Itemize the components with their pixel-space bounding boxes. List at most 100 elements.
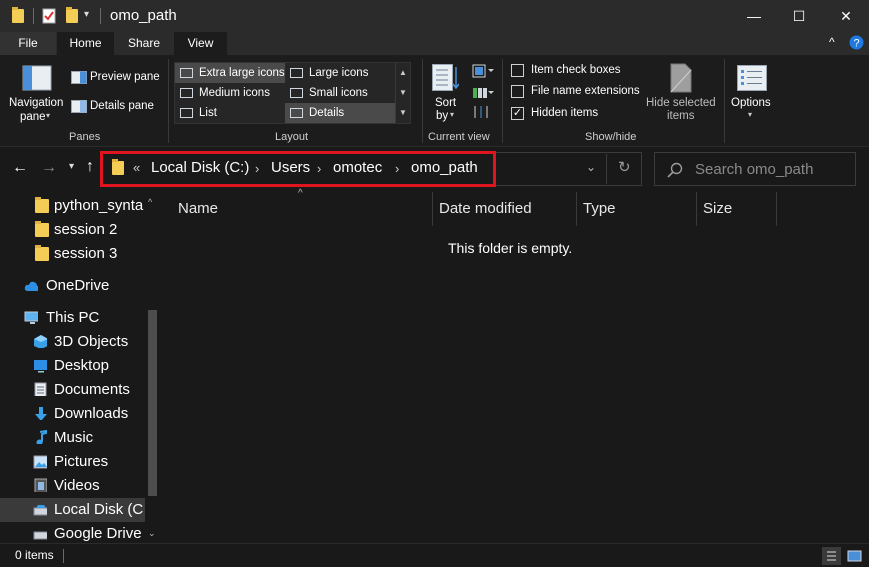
hide-selected-items-label[interactable]: Hide selected [646,97,716,109]
tab-file[interactable]: File [0,32,56,55]
column-header-date-modified[interactable]: Date modified [431,192,577,226]
navigation-pane-label[interactable]: Navigation [9,97,63,109]
download-arrow-icon [35,407,47,420]
search-box[interactable]: Search omo_path [654,152,856,186]
close-button[interactable]: ✕ [823,0,869,32]
column-header-type[interactable]: Type [575,192,697,226]
group-by-icon[interactable] [472,64,494,78]
layout-scroll-up[interactable]: ▲ [395,63,410,83]
sidebar-item-label: OneDrive [46,277,110,294]
details-pane-icon[interactable] [71,100,87,113]
layout-small-icons[interactable]: Small icons [285,83,395,103]
group-title-panes: Panes [69,131,101,143]
hidden-items-checkbox[interactable]: ✓ [511,107,524,120]
maximize-button[interactable]: ☐ [776,0,822,32]
computer-icon [24,311,38,324]
hide-selected-items-label-2[interactable]: items [667,110,694,122]
size-all-columns-icon[interactable] [472,105,490,119]
sidebar-item-local-disk[interactable]: Local Disk (C [0,498,145,522]
customize-toolbar-icon[interactable]: ▾ [84,9,89,20]
group-title-layout: Layout [275,131,309,143]
group-title-current-view: Current view [428,131,490,143]
help-icon[interactable]: ? [849,35,864,50]
layout-list[interactable]: List [175,103,285,123]
minimize-button[interactable]: — [731,0,777,32]
sidebar-item-downloads[interactable]: Downloads [0,402,145,426]
large-icons-view-icon[interactable] [845,547,864,565]
sidebar-item-label: 3D Objects [54,333,129,350]
sidebar-scrollbar[interactable]: ^ ⌄ [145,192,160,543]
medium-icons-icon [180,88,193,98]
layout-expand[interactable]: ▼ [395,103,410,123]
sidebar-item-desktop[interactable]: Desktop [0,354,145,378]
navigation-pane: python_synta session 2 session 3 OneDriv… [0,192,160,543]
ribbon: Navigation pane ▾ Preview pane Details p… [0,55,869,147]
sidebar-item-session-2[interactable]: session 2 [0,218,145,242]
preview-pane-icon[interactable] [71,71,87,84]
address-history-icon[interactable]: ⌄ [586,160,596,174]
sidebar-item-this-pc[interactable]: This PC [0,306,145,330]
sidebar-item-onedrive[interactable]: OneDrive [0,274,145,298]
sort-by-label-2[interactable]: by [436,110,448,122]
large-icons-label: Large icons [309,67,369,79]
scroll-down-icon[interactable]: ⌄ [148,528,156,539]
collapse-ribbon-icon[interactable]: ^ [829,35,835,49]
layout-scroll-down[interactable]: ▼ [395,83,410,103]
details-pane-button[interactable]: Details pane [90,100,154,112]
pictures-icon [33,455,47,469]
layout-extra-large-icons[interactable]: Extra large icons [175,63,285,83]
chevron-down-icon[interactable]: ▾ [450,110,454,119]
sort-by-icon[interactable] [432,64,459,92]
search-input[interactable]: Search omo_path [695,161,813,178]
item-check-boxes-label[interactable]: Item check boxes [531,64,620,76]
chevron-down-icon[interactable]: ▾ [748,110,752,119]
tab-share[interactable]: Share [115,32,173,55]
options-label[interactable]: Options [731,97,771,109]
sidebar-item-label: Documents [54,381,130,398]
options-icon[interactable] [737,65,767,91]
preview-pane-button[interactable]: Preview pane [90,71,160,83]
scrollbar-thumb[interactable] [148,310,157,496]
column-header-size[interactable]: Size [695,192,777,226]
forward-icon[interactable]: → [41,159,57,177]
details-view-icon[interactable] [822,547,841,565]
navigation-pane-label-2[interactable]: pane [20,111,46,123]
sidebar-item-google-drive[interactable]: Google Drive [0,522,145,543]
new-folder-icon[interactable] [66,7,78,23]
sidebar-item-videos[interactable]: Videos [0,474,145,498]
hide-selected-items-icon[interactable] [669,63,693,93]
documents-icon [34,382,47,396]
item-check-boxes-checkbox[interactable] [511,64,524,77]
sidebar-item-label: Downloads [54,405,129,422]
refresh-icon[interactable]: ↻ [618,158,631,176]
folder-icon [35,245,49,261]
sidebar-item-music[interactable]: Music [0,426,145,450]
list-icon [180,108,193,118]
divider [168,59,169,143]
hidden-items-label[interactable]: Hidden items [531,107,598,119]
sort-by-label[interactable]: Sort [435,97,456,109]
back-icon[interactable]: ← [12,159,28,177]
add-columns-icon[interactable] [472,86,494,100]
divider [502,59,503,143]
file-name-extensions-checkbox[interactable] [511,85,524,98]
up-icon[interactable]: ↑ [86,158,94,176]
layout-medium-icons[interactable]: Medium icons [175,83,285,103]
column-header-name[interactable]: Name [170,192,433,226]
chevron-down-icon[interactable]: ▾ [46,111,50,120]
sidebar-item-3d-objects[interactable]: 3D Objects [0,330,145,354]
tab-view[interactable]: View [174,32,227,55]
tab-home[interactable]: Home [57,32,114,55]
search-icon [667,162,683,178]
sidebar-item-session-3[interactable]: session 3 [0,242,145,266]
layout-details[interactable]: Details [285,103,395,123]
navigation-pane-icon[interactable] [22,65,52,91]
sidebar-item-documents[interactable]: Documents [0,378,145,402]
scroll-up-icon[interactable]: ^ [148,197,152,207]
recent-locations-icon[interactable]: ▾ [69,161,74,172]
layout-large-icons[interactable]: Large icons [285,63,395,83]
sidebar-item-pictures[interactable]: Pictures [0,450,145,474]
properties-icon[interactable] [42,8,56,24]
sidebar-item-python-synta[interactable]: python_synta [0,194,145,218]
file-name-extensions-label[interactable]: File name extensions [531,85,640,97]
